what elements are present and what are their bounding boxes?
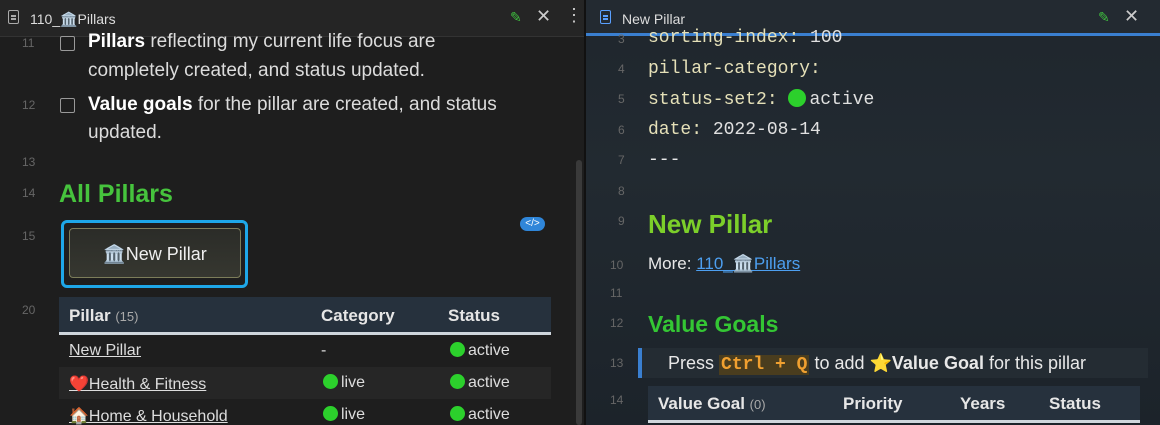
status-dot-icon	[323, 406, 338, 421]
status-dot-icon	[450, 342, 465, 357]
close-icon[interactable]: ✕	[1124, 6, 1139, 27]
callout-box: Press Ctrl + Q to add ⭐Value Goal for th…	[638, 348, 1148, 378]
pencil-icon[interactable]: ✎	[1098, 9, 1112, 25]
col-value-goal[interactable]: Value Goal (0)	[658, 394, 766, 414]
category-cell: live	[323, 406, 365, 424]
line-number: 4	[618, 62, 625, 76]
frontmatter-end: ---	[648, 150, 681, 170]
task-text: Pillars reflecting my current life focus…	[88, 31, 436, 52]
line-number: 11	[610, 286, 623, 300]
document-icon	[600, 10, 611, 24]
col-status[interactable]: Status	[448, 306, 500, 326]
col-status[interactable]: Status	[1049, 394, 1101, 414]
table-row: ❤️Health & Fitness live active	[59, 367, 551, 399]
status-cell: active	[450, 374, 510, 392]
line-number: 3	[618, 32, 625, 46]
category-cell: live	[323, 374, 365, 392]
line-number: 9	[618, 214, 625, 228]
task-checkbox[interactable]	[60, 98, 75, 113]
callout-text: Press Ctrl + Q to add ⭐Value Goal for th…	[668, 353, 1086, 375]
line-number: 14	[22, 186, 36, 200]
pillar-link[interactable]: ❤️Health & Fitness	[69, 374, 206, 394]
document-icon	[8, 10, 19, 24]
line-number: 12	[610, 316, 624, 330]
line-number: 12	[22, 98, 36, 112]
pencil-icon[interactable]: ✎	[510, 9, 524, 25]
line-number: 8	[618, 184, 625, 198]
value-goals-table-header: Value Goal (0) Priority Years Status	[648, 386, 1140, 423]
more-line: More: 110_🏛️Pillars	[648, 254, 801, 273]
page-heading: New Pillar	[648, 209, 773, 239]
line-number: 6	[618, 123, 625, 137]
status-cell: active	[450, 342, 510, 360]
frontmatter-line: pillar-category:	[648, 59, 821, 79]
status-dot-icon	[450, 374, 465, 389]
code-block-icon[interactable]: </>	[520, 217, 545, 231]
close-icon[interactable]: ✕	[536, 6, 551, 27]
value-goals-heading: Value Goals	[648, 311, 779, 337]
all-pillars-heading: All Pillars	[59, 180, 173, 208]
status-cell: active	[450, 406, 510, 424]
status-dot-icon	[450, 406, 465, 421]
right-tab-title[interactable]: New Pillar	[622, 11, 685, 27]
line-number: 13	[22, 155, 36, 169]
left-tab-title[interactable]: 110_🏛️Pillars	[30, 11, 116, 28]
task-text-continued: completely created, and status updated.	[88, 60, 425, 81]
line-number: 11	[22, 36, 35, 50]
scrollbar[interactable]	[576, 160, 582, 425]
task-checkbox[interactable]	[60, 36, 75, 51]
col-category[interactable]: Category	[321, 306, 395, 326]
pillars-link[interactable]: 110_🏛️Pillars	[696, 254, 800, 273]
col-pillar[interactable]: Pillar (15)	[69, 306, 138, 326]
table-row: New Pillar - active	[59, 335, 551, 367]
line-number: 15	[22, 229, 36, 243]
table-row: 🏠Home & Household live active	[59, 399, 551, 425]
new-pillar-button[interactable]: 🏛️New Pillar	[69, 228, 241, 278]
status-dot-icon	[788, 89, 807, 107]
task-text: Value goals for the pillar are created, …	[88, 94, 497, 115]
star-icon: ⭐	[869, 353, 892, 373]
line-number: 5	[618, 92, 625, 106]
line-number: 13	[610, 356, 624, 370]
pillar-link[interactable]: 🏠Home & Household	[69, 406, 228, 425]
pillar-link[interactable]: New Pillar	[69, 342, 141, 360]
category-cell: -	[321, 342, 327, 359]
keyboard-shortcut: Ctrl + Q	[719, 355, 810, 375]
frontmatter-line: status-set2: active	[648, 89, 875, 110]
pillars-table-header: Pillar (15) Category Status	[59, 297, 551, 335]
frontmatter-line: date: 2022-08-14	[648, 120, 821, 140]
line-number: 20	[22, 303, 36, 317]
frontmatter-line: sorting-index: 100	[648, 28, 843, 48]
line-number: 14	[610, 393, 624, 407]
more-options-icon[interactable]: ⋮	[565, 5, 583, 26]
line-number: 10	[610, 258, 624, 272]
col-years[interactable]: Years	[960, 394, 1005, 414]
task-text-continued: updated.	[88, 122, 162, 143]
status-dot-icon	[323, 374, 338, 389]
col-priority[interactable]: Priority	[843, 394, 903, 414]
left-pane: 110_🏛️Pillars ✎ ✕ ⋮ 11 Pillars reflectin…	[0, 0, 584, 425]
line-number: 7	[618, 153, 625, 167]
